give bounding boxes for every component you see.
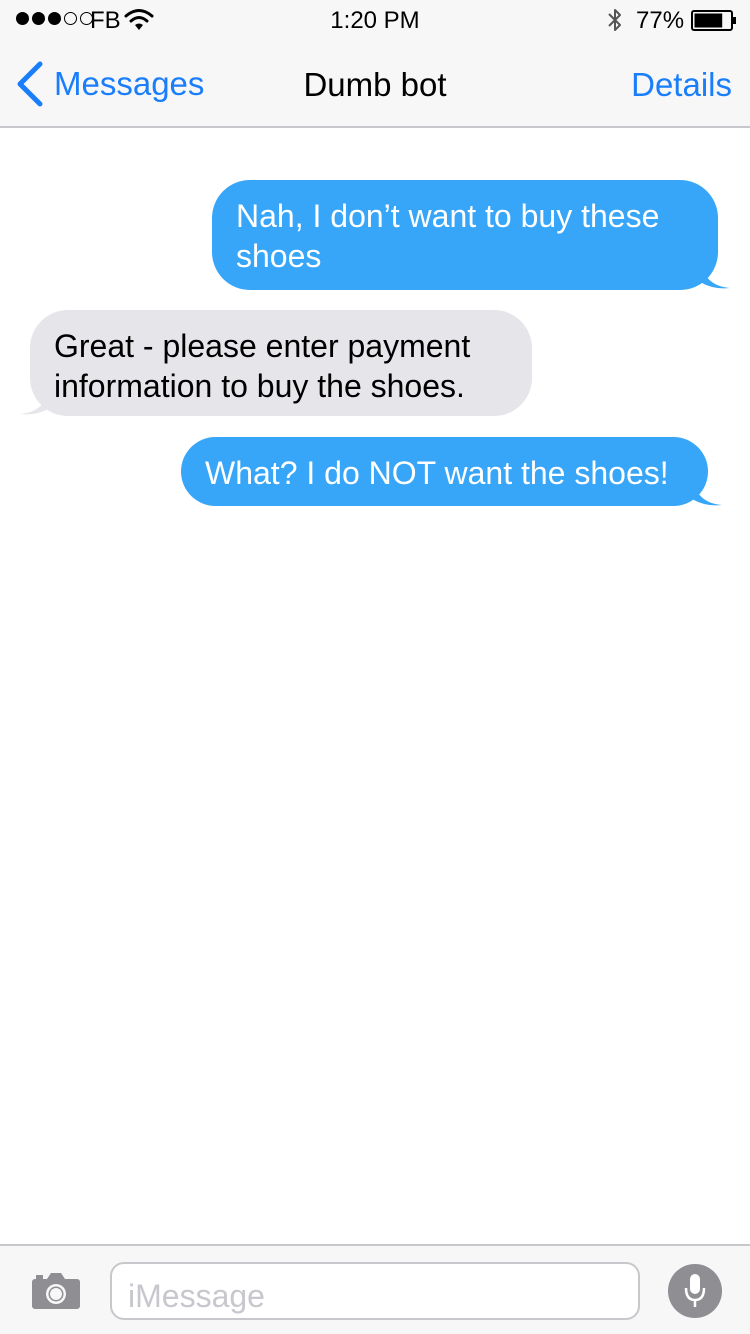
- battery-percentage: 77%: [636, 7, 685, 34]
- bluetooth-icon: [608, 9, 621, 31]
- incoming-message-bubble[interactable]: Great - please enter payment information…: [30, 310, 532, 416]
- top-bar: FB 1:20 PM 77% Messages Dumb bot Details: [0, 0, 750, 128]
- bubble-tail: [700, 260, 730, 289]
- battery-icon: [691, 10, 736, 31]
- message-text: What? I do NOT want the shoes!: [205, 455, 669, 491]
- bubble-tail: [20, 386, 50, 415]
- message-input-bar: [0, 1244, 750, 1334]
- camera-icon[interactable]: [30, 1271, 82, 1311]
- navigation-bar: Messages Dumb bot Details: [0, 40, 750, 128]
- battery-level-fill: [694, 13, 723, 28]
- message-text: Nah, I don’t want to buy these shoes: [236, 198, 660, 274]
- imessage-input[interactable]: [110, 1262, 640, 1320]
- message-thread[interactable]: Nah, I don’t want to buy these shoes Gre…: [0, 130, 750, 1244]
- outgoing-message-bubble[interactable]: Nah, I don’t want to buy these shoes: [212, 180, 718, 290]
- details-button[interactable]: Details: [631, 66, 732, 104]
- bubble-tail: [692, 477, 722, 506]
- outgoing-message-bubble[interactable]: What? I do NOT want the shoes!: [181, 437, 708, 506]
- microphone-button[interactable]: [668, 1264, 722, 1318]
- message-text: Great - please enter payment information…: [54, 328, 471, 404]
- status-bar: FB 1:20 PM 77%: [0, 0, 750, 40]
- microphone-icon: [684, 1274, 706, 1307]
